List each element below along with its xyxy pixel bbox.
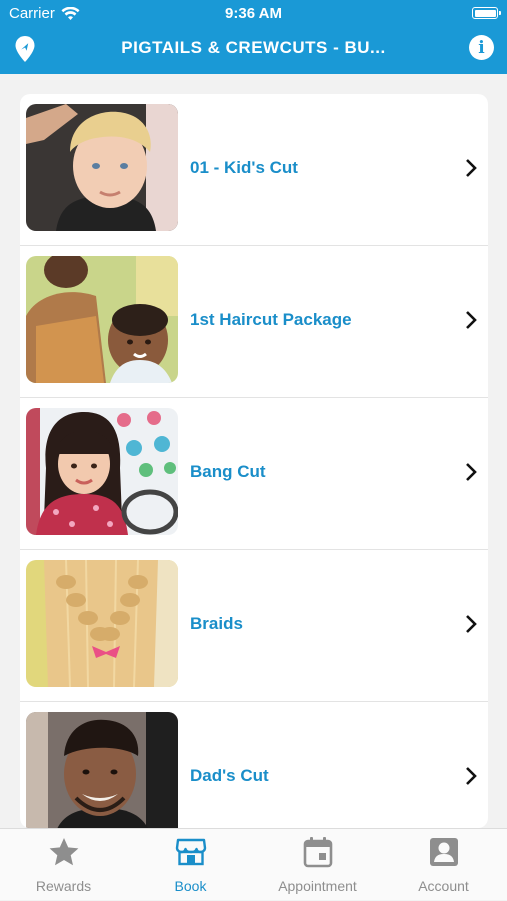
service-label: Bang Cut	[190, 462, 266, 481]
service-label: 1st Haircut Package	[190, 310, 352, 329]
storefront-icon	[175, 838, 207, 866]
chevron-right-icon	[466, 311, 477, 329]
info-icon[interactable]: i	[469, 35, 494, 60]
tab-account[interactable]: Account	[380, 829, 507, 901]
list-item-bang-cut[interactable]: Bang Cut	[20, 398, 488, 550]
calendar-icon	[303, 837, 333, 868]
chevron-right-icon	[466, 615, 477, 633]
location-pin-icon[interactable]	[14, 35, 36, 63]
tab-book[interactable]: Book	[127, 829, 254, 901]
chevron-right-icon	[466, 463, 477, 481]
account-icon	[430, 838, 458, 866]
toddler-first-haircut-photo	[26, 256, 178, 383]
tab-label: Appointment	[278, 878, 357, 894]
status-bar: Carrier 9:36 AM	[0, 0, 507, 26]
tab-label: Book	[174, 878, 207, 894]
tab-label: Rewards	[35, 878, 92, 894]
chevron-right-icon	[466, 159, 477, 177]
boy-blonde-haircut-photo	[26, 104, 178, 231]
top-bar: Carrier 9:36 AM PIGTAILS & CREWCUTS - BU…	[0, 0, 507, 74]
page-title: PIGTAILS & CREWCUTS - BU...	[121, 38, 386, 57]
star-icon	[49, 838, 79, 866]
tab-bar: Rewards Book Appointment Account	[0, 828, 507, 900]
nav-bar: PIGTAILS & CREWCUTS - BU... i	[0, 26, 507, 74]
tab-appointment[interactable]: Appointment	[254, 829, 381, 901]
service-label: Dad's Cut	[190, 766, 269, 785]
list-item-kids-cut[interactable]: 01 - Kid's Cut	[20, 94, 488, 246]
girl-bangs-photo	[26, 408, 178, 535]
service-label: Braids	[190, 614, 243, 633]
tab-rewards[interactable]: Rewards	[0, 829, 127, 901]
man-haircut-photo	[26, 712, 178, 828]
list-item-braids[interactable]: Braids	[20, 550, 488, 702]
chevron-right-icon	[466, 767, 477, 785]
braided-hair-photo	[26, 560, 178, 687]
list-item-first-haircut[interactable]: 1st Haircut Package	[20, 246, 488, 398]
service-list: 01 - Kid's Cut 1st Haircut Package Bang …	[20, 94, 488, 828]
list-item-dads-cut[interactable]: Dad's Cut	[20, 702, 488, 828]
status-time: 9:36 AM	[225, 5, 282, 22]
tab-label: Account	[418, 878, 469, 894]
service-label: 01 - Kid's Cut	[190, 158, 298, 177]
battery-icon	[472, 7, 501, 19]
